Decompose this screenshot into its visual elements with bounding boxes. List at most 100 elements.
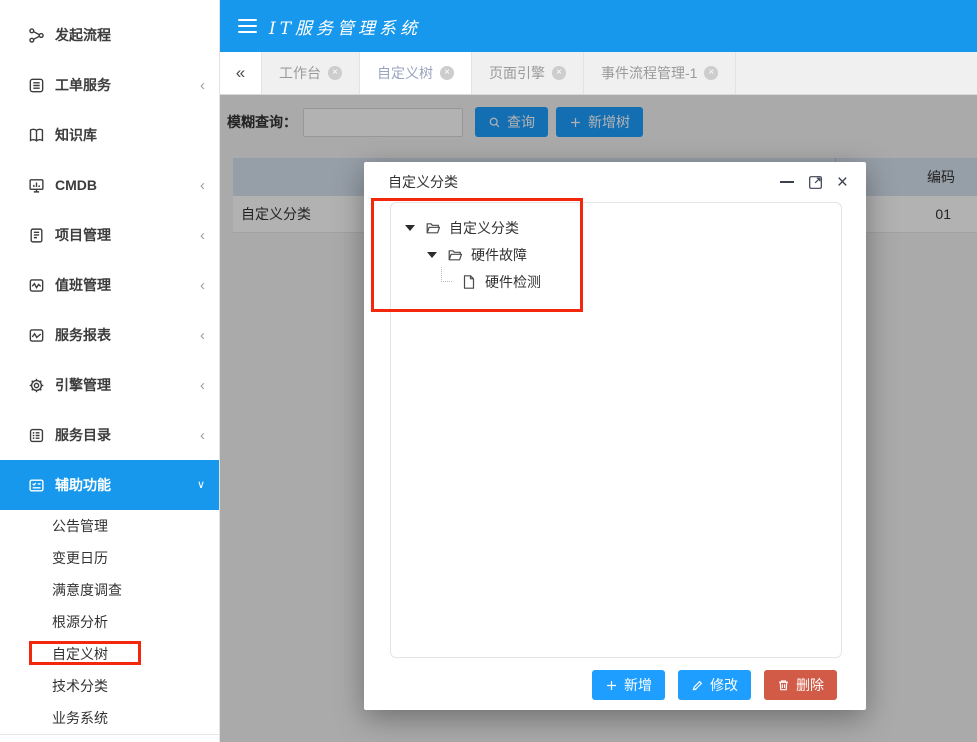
- app-title: IT服务管理系统: [269, 14, 421, 39]
- chevron-left-icon: ‹: [200, 378, 205, 393]
- tab-label: 自定义树: [377, 63, 433, 83]
- tree-node-label: 自定义分类: [449, 218, 519, 238]
- tree-node-hardware-fault[interactable]: 硬件故障: [391, 241, 841, 268]
- submenu-label: 变更日历: [52, 550, 108, 566]
- tab-workbench[interactable]: 工作台: [262, 52, 360, 94]
- sidebar-item-aux-functions[interactable]: 辅助功能 ∨: [0, 460, 219, 510]
- tab-event-flow-mgmt[interactable]: 事件流程管理-1: [584, 52, 736, 94]
- tree-node-label: 硬件检测: [485, 272, 541, 292]
- pencil-icon: [691, 679, 704, 692]
- chevron-left-icon: ‹: [200, 278, 205, 293]
- modal-edit-button[interactable]: 修改: [678, 670, 751, 700]
- plus-icon: [605, 679, 618, 692]
- sidebar-subitem-custom-tree[interactable]: 自定义树: [0, 638, 219, 670]
- minimize-icon[interactable]: [780, 181, 794, 183]
- modal-header: 自定义分类: [364, 162, 866, 202]
- flow-icon: [28, 26, 46, 44]
- custom-category-modal: 自定义分类 自定义分类 硬件故障: [364, 162, 866, 710]
- sidebar-item-label: 值班管理: [55, 275, 111, 295]
- chevron-left-icon: ‹: [200, 78, 205, 93]
- sidebar-subitem-tech-category[interactable]: 技术分类: [0, 670, 219, 702]
- file-icon: [461, 274, 477, 290]
- sidebar-item-engine-mgmt[interactable]: 引擎管理 ‹: [0, 360, 219, 410]
- app-header: IT服务管理系统: [220, 0, 977, 52]
- tabs-scroll-left-button[interactable]: «: [220, 52, 262, 94]
- work-order-icon: [28, 76, 46, 94]
- sidebar-item-label: 知识库: [55, 125, 97, 145]
- caret-down-icon[interactable]: [405, 225, 415, 231]
- sidebar: 发起流程 工单服务 ‹ 知识库 CMDB ‹ 项目管理: [0, 0, 220, 742]
- aux-card-icon: [28, 476, 46, 494]
- sidebar-item-label: 工单服务: [55, 75, 111, 95]
- sidebar-item-service-report[interactable]: 服务报表 ‹: [0, 310, 219, 360]
- trash-icon: [777, 679, 790, 692]
- close-icon[interactable]: [552, 66, 566, 80]
- chevron-left-icon: ‹: [200, 328, 205, 343]
- gear-icon: [28, 376, 46, 394]
- maximize-icon[interactable]: [808, 175, 823, 190]
- sidebar-item-work-order[interactable]: 工单服务 ‹: [0, 60, 219, 110]
- folder-icon: [425, 220, 441, 236]
- sidebar-subitem-announcement-mgmt[interactable]: 公告管理: [0, 510, 219, 542]
- sidebar-subitem-business-system[interactable]: 业务系统: [0, 702, 219, 734]
- tab-label: 页面引擎: [489, 63, 545, 83]
- chevron-left-icon: ‹: [200, 228, 205, 243]
- sidebar-subitem-root-cause-analysis[interactable]: 根源分析: [0, 606, 219, 638]
- modal-footer: 新增 修改 删除: [364, 670, 866, 700]
- submenu-label: 自定义树: [52, 646, 108, 662]
- tab-label: 事件流程管理-1: [601, 63, 697, 83]
- sidebar-item-label: 引擎管理: [55, 375, 111, 395]
- caret-down-icon[interactable]: [427, 252, 437, 258]
- sidebar-divider: [0, 734, 219, 735]
- submenu-label: 公告管理: [52, 518, 108, 534]
- tree-node-custom-category[interactable]: 自定义分类: [391, 214, 841, 241]
- sidebar-item-knowledge-base[interactable]: 知识库: [0, 110, 219, 160]
- tree-node-hardware-check[interactable]: 硬件检测: [391, 268, 841, 295]
- sidebar-item-label: 项目管理: [55, 225, 111, 245]
- hamburger-menu-icon[interactable]: [238, 19, 257, 34]
- close-icon[interactable]: [837, 173, 848, 192]
- sidebar-subitem-satisfaction-survey[interactable]: 满意度调查: [0, 574, 219, 606]
- modal-title: 自定义分类: [388, 172, 458, 192]
- modal-window-controls: [780, 173, 848, 192]
- book-icon: [28, 126, 46, 144]
- report-chart-icon: [28, 326, 46, 344]
- sidebar-item-label: 发起流程: [55, 25, 111, 45]
- tab-bar: « 工作台 自定义树 页面引擎 事件流程管理-1: [220, 52, 977, 95]
- submenu-label: 满意度调查: [52, 582, 122, 598]
- tree-connector: [441, 267, 452, 282]
- category-tree-panel: 自定义分类 硬件故障 硬件检测: [390, 202, 842, 658]
- submenu-label: 技术分类: [52, 678, 108, 694]
- modal-edit-label: 修改: [710, 675, 738, 695]
- project-icon: [28, 226, 46, 244]
- sidebar-item-label: 辅助功能: [55, 475, 111, 495]
- close-icon[interactable]: [328, 66, 342, 80]
- sidebar-item-duty-mgmt[interactable]: 值班管理 ‹: [0, 260, 219, 310]
- sidebar-item-service-catalog[interactable]: 服务目录 ‹: [0, 410, 219, 460]
- modal-add-button[interactable]: 新增: [592, 670, 665, 700]
- sidebar-menu: 发起流程 工单服务 ‹ 知识库 CMDB ‹ 项目管理: [0, 0, 219, 734]
- submenu-label: 根源分析: [52, 614, 108, 630]
- modal-delete-label: 删除: [796, 675, 824, 695]
- sidebar-item-label: CMDB: [55, 177, 97, 193]
- duty-chart-icon: [28, 276, 46, 294]
- close-icon[interactable]: [704, 66, 718, 80]
- tab-custom-tree[interactable]: 自定义树: [360, 52, 472, 94]
- modal-add-label: 新增: [624, 675, 652, 695]
- chevron-left-icon: ‹: [200, 428, 205, 443]
- sidebar-subitem-change-calendar[interactable]: 变更日历: [0, 542, 219, 574]
- chevron-left-icon: ‹: [200, 178, 205, 193]
- tree-node-label: 硬件故障: [471, 245, 527, 265]
- catalog-icon: [28, 426, 46, 444]
- sidebar-item-project-mgmt[interactable]: 项目管理 ‹: [0, 210, 219, 260]
- monitor-icon: [28, 176, 46, 194]
- tab-label: 工作台: [279, 63, 321, 83]
- sidebar-item-label: 服务报表: [55, 325, 111, 345]
- close-icon[interactable]: [440, 66, 454, 80]
- modal-delete-button[interactable]: 删除: [764, 670, 837, 700]
- chevron-down-icon: ∨: [197, 480, 205, 491]
- sidebar-item-start-flow[interactable]: 发起流程: [0, 10, 219, 60]
- sidebar-item-label: 服务目录: [55, 425, 111, 445]
- tab-page-engine[interactable]: 页面引擎: [472, 52, 584, 94]
- sidebar-item-cmdb[interactable]: CMDB ‹: [0, 160, 219, 210]
